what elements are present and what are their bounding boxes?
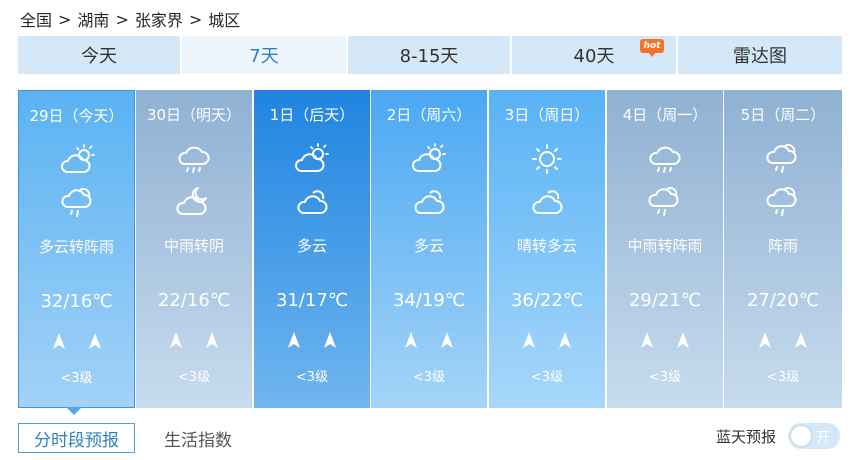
day-card[interactable]: 4日（周一） 中雨转阵雨 29/21℃ <3级 <box>607 90 723 408</box>
wind-direction <box>136 331 252 351</box>
selected-day-pointer <box>66 407 82 415</box>
tab-7-days[interactable]: 7天 <box>182 36 346 74</box>
forecast-tabs: 今天 7天 8-15天 40天 hot 雷达图 <box>18 36 842 74</box>
day-date: 29日（今天） <box>29 107 124 125</box>
tab-label: 8-15天 <box>399 46 459 67</box>
day-weather: 中雨转阵雨 <box>627 237 703 255</box>
day-card[interactable]: 29日（今天） 多云转阵雨 32/16℃ <3级 <box>18 90 135 408</box>
cloudy-icon <box>409 185 449 219</box>
toggle-label: 开 <box>816 430 830 446</box>
wind-level: <3级 <box>60 371 93 386</box>
cloud-rain-sun-icon <box>645 185 685 219</box>
wind-direction <box>371 331 487 351</box>
breadcrumb-country[interactable]: 全国 <box>20 7 52 31</box>
wind-level: <3级 <box>766 370 800 385</box>
bluesky-forecast-label: 蓝天预报 <box>716 428 777 446</box>
hot-badge: hot <box>640 39 664 57</box>
cloudy-icon <box>292 185 332 219</box>
toggle-knob <box>791 426 811 446</box>
partly-cloudy-icon <box>58 143 98 177</box>
wind-direction-icon <box>205 331 219 351</box>
wind-direction-icon <box>88 332 102 352</box>
day-date: 1日（后天） <box>269 106 355 124</box>
cloudy-night-icon <box>174 185 214 219</box>
day-date: 3日（周日） <box>504 106 590 124</box>
day-temperature: 29/21℃ <box>628 290 702 311</box>
day-temperature: 22/16℃ <box>157 290 231 311</box>
tab-radar[interactable]: 雷达图 <box>678 36 842 74</box>
wind-direction-icon <box>676 331 690 351</box>
wind-level: <3级 <box>648 370 682 385</box>
wind-direction <box>724 331 842 351</box>
day-date: 4日（周一） <box>622 106 708 124</box>
wind-direction <box>254 331 370 351</box>
tab-today[interactable]: 今天 <box>18 36 180 74</box>
breadcrumb-separator: > <box>188 9 203 29</box>
tab-label: 40天 <box>573 46 615 67</box>
breadcrumb-city[interactable]: 张家界 <box>135 7 183 31</box>
wind-direction-icon <box>440 331 454 351</box>
wind-level: <3级 <box>530 370 564 385</box>
wind-direction-icon <box>287 331 301 351</box>
day-date: 30日（明天） <box>146 106 242 124</box>
breadcrumb-separator: > <box>115 9 129 29</box>
day-weather: 中雨转阴 <box>163 237 224 255</box>
cloud-rain-sun-icon <box>58 186 98 220</box>
tab-label: 雷达图 <box>733 46 787 67</box>
wind-direction-icon <box>323 331 337 351</box>
wind-level: <3级 <box>177 370 211 385</box>
day-weather: 多云 <box>296 237 327 255</box>
wind-direction-icon <box>169 331 183 351</box>
day-weather: 晴转多云 <box>516 237 577 255</box>
day-date: 2日（周六） <box>386 106 472 124</box>
wind-direction-icon <box>522 331 536 351</box>
partly-cloudy-icon <box>409 142 449 176</box>
breadcrumb-separator: > <box>58 9 72 29</box>
day-card[interactable]: 3日（周日） 晴转多云 36/22℃ <3级 <box>489 90 605 408</box>
partly-cloudy-icon <box>292 142 332 176</box>
day-date: 5日（周二） <box>740 106 826 124</box>
wind-direction <box>489 331 605 351</box>
day-temperature: 34/19℃ <box>392 290 466 311</box>
tab-label: 7天 <box>249 46 279 67</box>
life-index-tab[interactable]: 生活指数 <box>158 423 238 453</box>
cloud-rain-sun-icon <box>763 185 803 219</box>
day-card[interactable]: 5日（周二） 阵雨 27/20℃ <3级 <box>724 90 842 408</box>
tab-label: 今天 <box>81 46 117 67</box>
wind-direction-icon <box>794 331 808 351</box>
wind-direction <box>19 332 134 352</box>
day-weather: 阵雨 <box>767 237 798 255</box>
day-temperature: 31/17℃ <box>275 290 349 311</box>
wind-direction-icon <box>52 332 66 352</box>
day-card[interactable]: 1日（后天） 多云 31/17℃ <3级 <box>254 90 370 408</box>
cloud-rain-sun-icon <box>763 142 803 176</box>
day-temperature: 32/16℃ <box>40 291 113 312</box>
tab-8-15-days[interactable]: 8-15天 <box>348 36 510 74</box>
wind-direction <box>607 331 723 351</box>
seven-day-forecast: 29日（今天） 多云转阵雨 32/16℃ <3级 30日（明天） 中雨转阴 22/16℃ <3… <box>18 90 842 408</box>
rain-icon <box>174 142 214 176</box>
tab-40-days[interactable]: 40天 hot <box>512 36 676 74</box>
wind-level: <3级 <box>412 370 446 385</box>
breadcrumb-province[interactable]: 湖南 <box>77 7 109 31</box>
wind-direction-icon <box>640 331 654 351</box>
day-weather: 多云 <box>413 237 444 255</box>
day-card[interactable]: 2日（周六） 多云 34/19℃ <3级 <box>371 90 487 408</box>
breadcrumb-district: 城区 <box>208 11 241 30</box>
day-temperature: 27/20℃ <box>746 290 820 311</box>
wind-level: <3级 <box>295 370 329 385</box>
sun-icon <box>527 142 567 176</box>
day-weather: 多云转阵雨 <box>38 238 114 256</box>
cloudy-icon <box>527 185 567 219</box>
breadcrumb: 全国 > 湖南 > 张家界 > 城区 <box>20 7 241 31</box>
day-card[interactable]: 30日（明天） 中雨转阴 22/16℃ <3级 <box>136 90 252 408</box>
wind-direction-icon <box>758 331 772 351</box>
day-temperature: 36/22℃ <box>510 290 584 311</box>
wind-direction-icon <box>558 331 572 351</box>
rain-icon <box>645 142 685 176</box>
wind-direction-icon <box>404 331 418 351</box>
bluesky-toggle[interactable]: 开 <box>788 423 840 449</box>
hourly-forecast-tab[interactable]: 分时段预报 <box>18 423 135 453</box>
